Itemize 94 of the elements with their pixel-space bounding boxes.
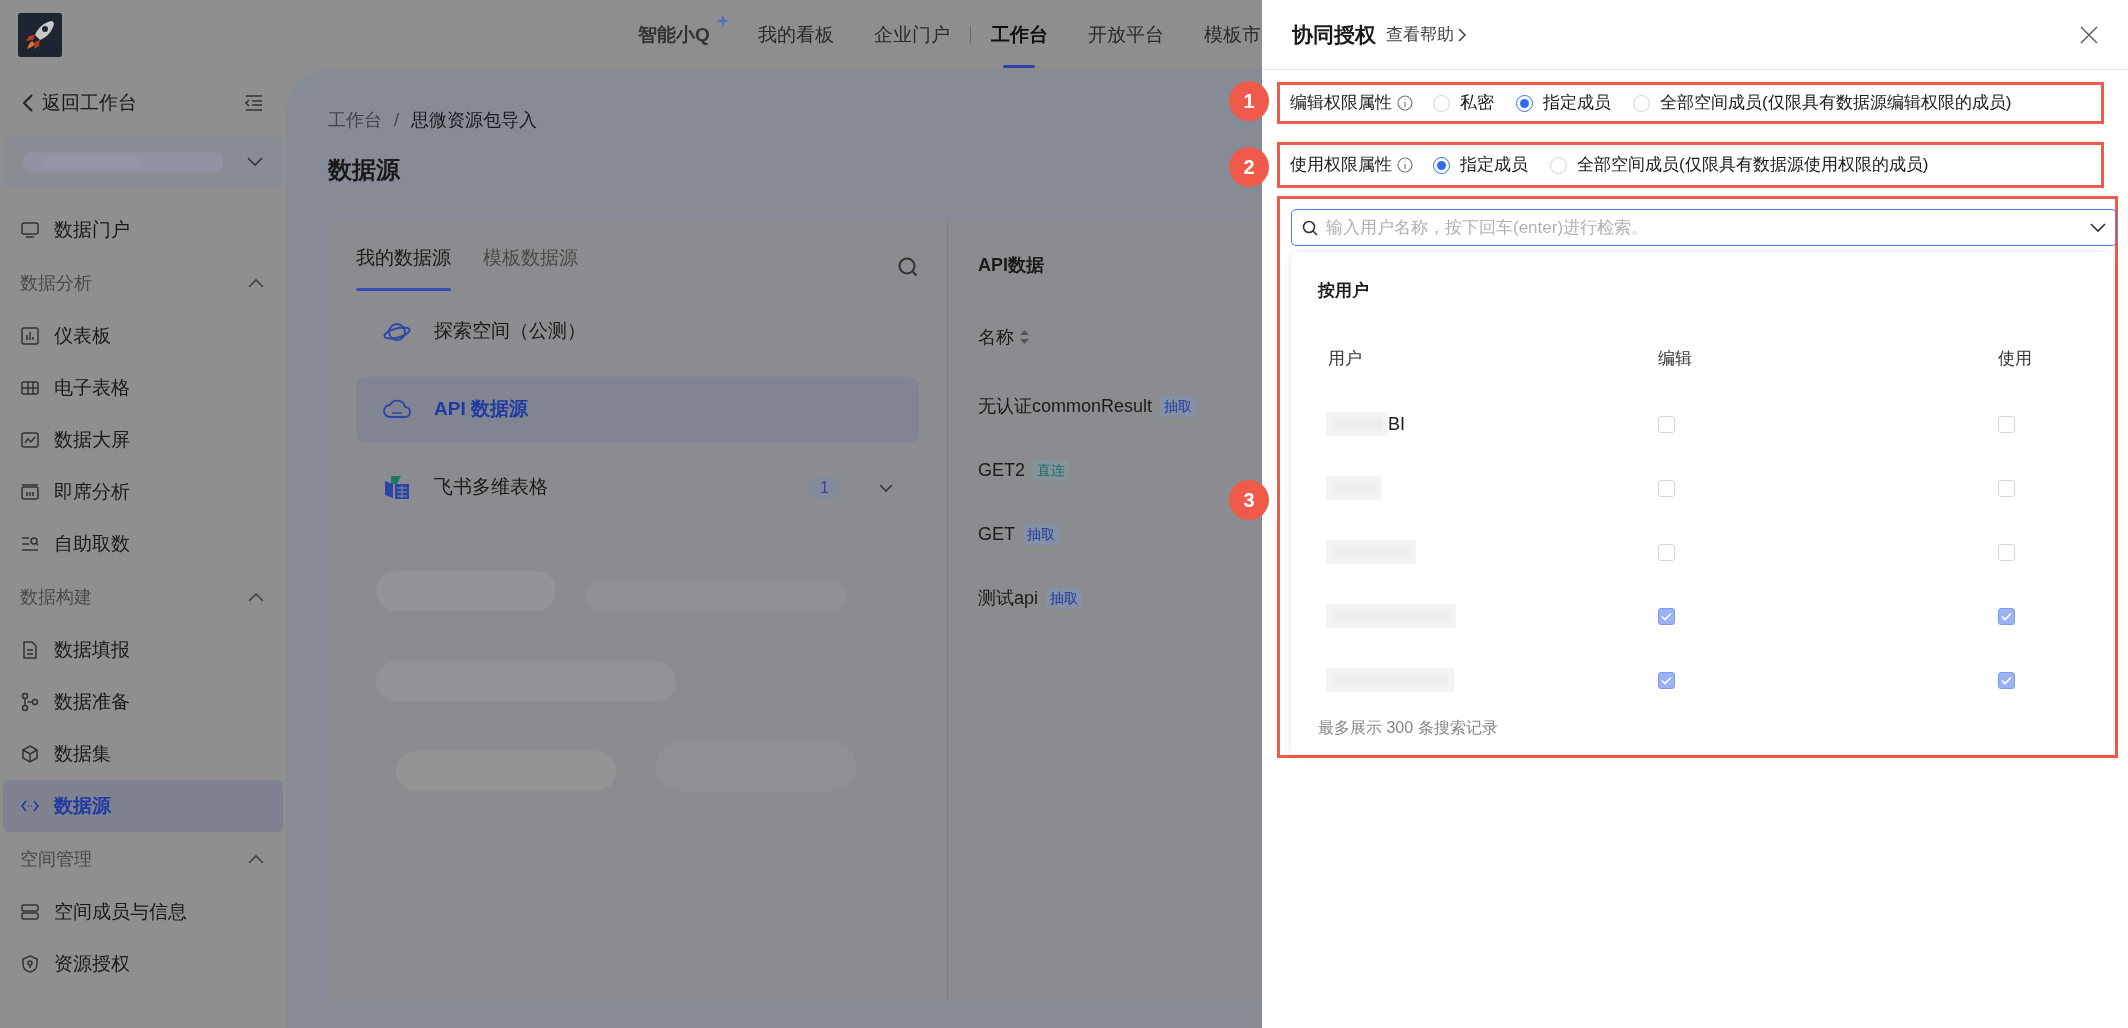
nav-tab[interactable]: 开放平台 [1067, 0, 1184, 70]
sort-icon[interactable] [1020, 330, 1029, 344]
table-icon [20, 378, 40, 398]
sidebar-item[interactable]: 数据准备 [3, 676, 283, 728]
breadcrumb-link[interactable]: 工作台 [328, 106, 382, 134]
table-cell-text: 测试api [978, 586, 1039, 610]
check-icon [1661, 675, 1672, 685]
sidebar-item[interactable]: 数据大屏 [3, 414, 283, 466]
radio-option[interactable]: 私密 [1433, 90, 1494, 116]
breadcrumb-link[interactable]: 思微资源包导入 [411, 106, 537, 134]
search-field[interactable]: 输入用户名称，按下回车(enter)进行检索。 [1291, 209, 2117, 246]
sidebar-item[interactable]: 自助取数 [3, 518, 283, 570]
radio-option[interactable]: 全部空间成员(仅限具有数据源使用权限的成员) [1550, 152, 1929, 178]
column-header: 编辑 [1658, 349, 1692, 369]
info-icon[interactable] [1397, 95, 1413, 111]
checkbox[interactable] [1658, 479, 1675, 497]
layers-icon [20, 902, 40, 922]
nav-tab[interactable]: 我的看板 [737, 0, 854, 70]
sidebar-item[interactable]: 资源授权 [3, 938, 283, 990]
field-label: 使用权限属性 [1290, 154, 1392, 177]
panel-title: API数据 [978, 254, 1045, 277]
field-label: 编辑权限属性 [1290, 92, 1392, 115]
user-name: BI [1388, 412, 1405, 436]
checkbox[interactable] [1998, 479, 2015, 497]
chevron-down-icon [2090, 222, 2106, 233]
check-icon [1661, 611, 1672, 621]
line-chart-icon [20, 430, 40, 450]
info-icon[interactable] [1397, 157, 1413, 173]
checkbox[interactable] [1998, 543, 2015, 561]
shield-icon [20, 954, 40, 974]
status-tag: 抽取 [1023, 523, 1059, 545]
checkbox[interactable] [1658, 607, 1675, 625]
section-title: 按用户 [1318, 280, 1370, 302]
chevron-down-icon[interactable] [879, 483, 893, 492]
page-title: 数据源 [328, 155, 400, 185]
group-header[interactable]: 数据构建 [0, 570, 286, 624]
checkbox[interactable] [1998, 671, 2015, 689]
radio-option[interactable]: 指定成员 [1516, 90, 1611, 116]
calendar-icon [20, 482, 40, 502]
checkbox[interactable] [1658, 543, 1675, 561]
drawer-title: 协同授权 [1292, 21, 1376, 48]
sidebar-item[interactable]: 数据填报 [3, 624, 283, 676]
document-icon [20, 640, 40, 660]
sidebar-item[interactable]: 即席分析 [3, 466, 283, 518]
close-icon[interactable] [2080, 25, 2098, 44]
check-icon [2001, 675, 2012, 685]
footer-note: 最多展示 300 条搜索记录 [1318, 718, 1499, 738]
column-header: 用户 [1328, 349, 1362, 369]
cube-icon [20, 744, 40, 764]
source-item[interactable]: 飞书多维表格 1 [356, 454, 919, 521]
nav-tab[interactable]: 智能小Q [618, 0, 738, 70]
back-link[interactable]: 返回工作台 [22, 88, 137, 118]
source-tab[interactable]: 模板数据源 [483, 244, 578, 291]
status-tag: 抽取 [1160, 395, 1197, 417]
breadcrumb-separator: / [394, 108, 399, 132]
status-tag: 抽取 [1046, 587, 1083, 609]
radio-option[interactable]: 全部空间成员(仅限具有数据源编辑权限的成员) [1633, 90, 2012, 116]
sidebar-item[interactable]: 数据门户 [3, 204, 283, 256]
sidebar-item[interactable]: 数据集 [3, 728, 283, 780]
monitor-icon [20, 220, 40, 240]
nav-tab[interactable]: 工作台 [970, 0, 1068, 70]
checkbox[interactable] [1658, 415, 1675, 433]
bar-chart-icon [20, 326, 40, 346]
status-tag: 直连 [1033, 459, 1069, 481]
radio-option[interactable]: 指定成员 [1433, 152, 1528, 178]
checkbox[interactable] [1998, 607, 2015, 625]
sparkle-icon [715, 14, 730, 28]
check-icon [2001, 611, 2012, 621]
sidebar-item[interactable]: 空间成员与信息 [3, 886, 283, 938]
rocket-logo[interactable] [18, 13, 62, 57]
collapse-icon[interactable] [244, 94, 264, 112]
column-header: 使用 [1998, 349, 2032, 369]
chevron-left-icon [22, 94, 34, 112]
group-header[interactable]: 空间管理 [0, 832, 286, 886]
search-icon[interactable] [897, 256, 919, 279]
list-search-icon [20, 534, 40, 554]
source-tab[interactable]: 我的数据源 [356, 244, 451, 291]
chevron-right-icon [1458, 27, 1467, 42]
sidebar-item[interactable]: 仪表板 [3, 310, 283, 362]
chevron-down-icon [247, 157, 263, 167]
checkbox[interactable] [1998, 415, 2015, 433]
checkbox[interactable] [1658, 671, 1675, 689]
count-badge: 1 [808, 475, 841, 500]
table-cell-text: 无认证commonResult [978, 394, 1153, 418]
table-cell-text: GET [978, 522, 1015, 546]
search-input: 输入用户名称，按下回车(enter)进行检索。 [1326, 214, 2082, 241]
sidebar-item[interactable]: 电子表格 [3, 362, 283, 414]
search-icon [1302, 219, 1318, 236]
group-header[interactable]: 数据分析 [0, 256, 286, 310]
nodes-icon [20, 692, 40, 712]
source-item[interactable]: 探索空间（公测） [356, 298, 919, 365]
nav-tab[interactable]: 企业门户 [853, 0, 970, 70]
table-cell-text: GET2 [978, 458, 1025, 482]
help-link[interactable]: 查看帮助 [1386, 21, 1467, 48]
